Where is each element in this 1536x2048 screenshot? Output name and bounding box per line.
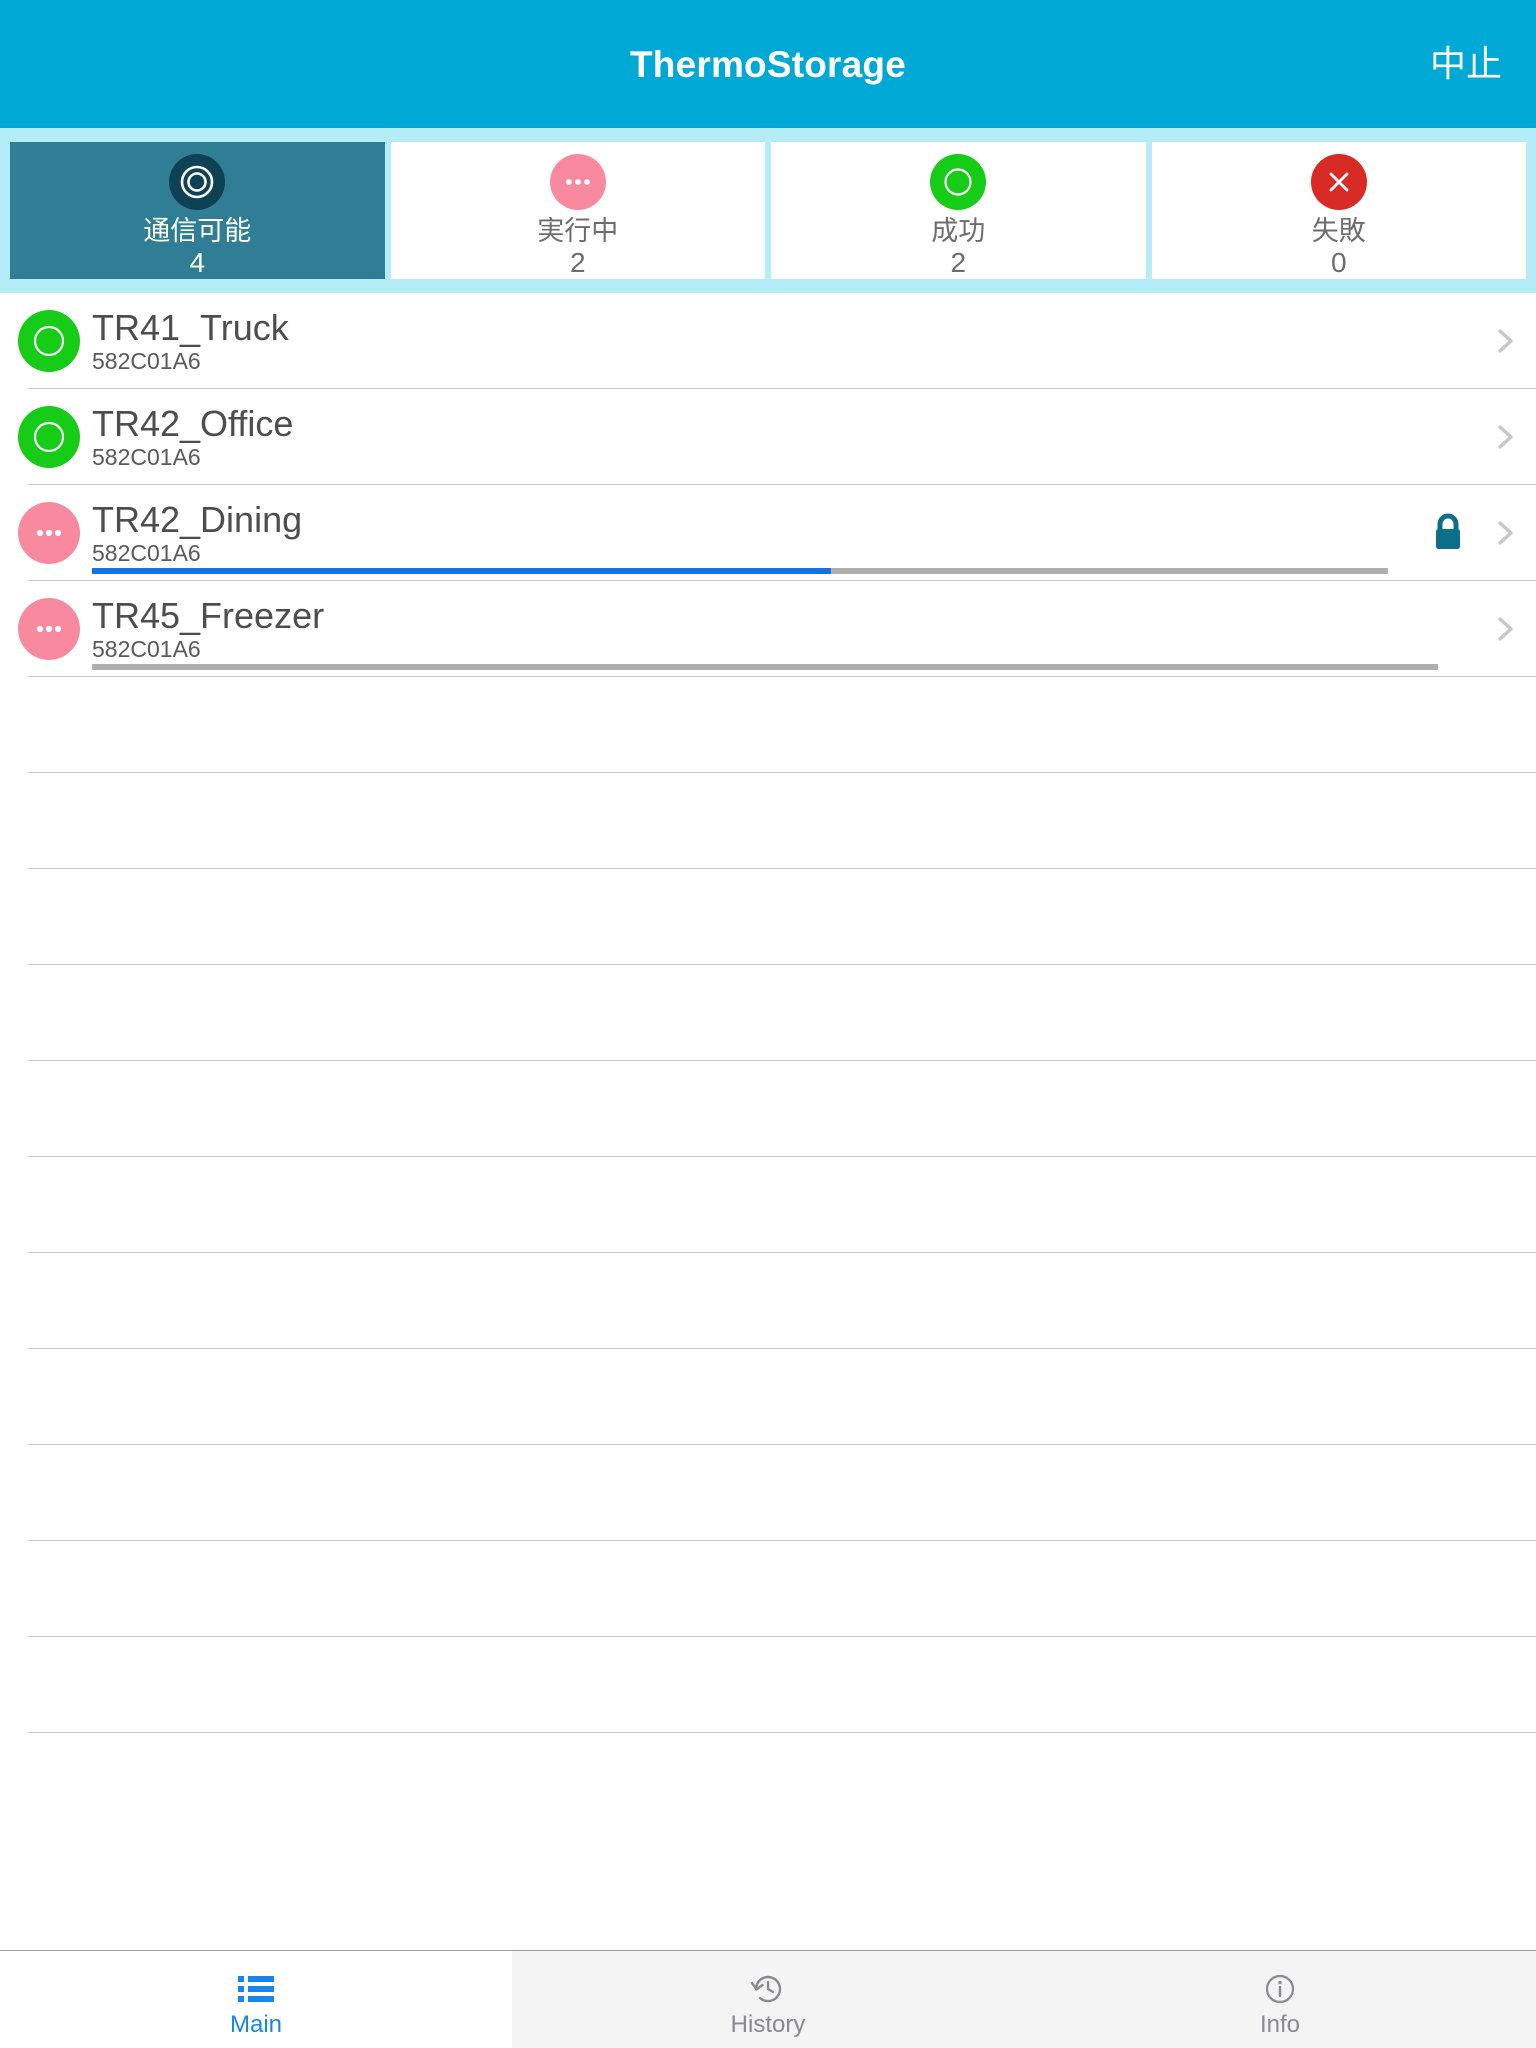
page-title: ThermoStorage: [629, 43, 907, 85]
row-content: TR41_Truck 582C01A6: [92, 293, 1476, 389]
device-id: 582C01A6: [92, 347, 201, 374]
cancel-button[interactable]: 中止: [1430, 46, 1502, 82]
status-tab-success[interactable]: 成功 2: [771, 142, 1146, 280]
device-id: 582C01A6: [92, 539, 201, 566]
failure-cross-icon: [1310, 154, 1367, 210]
success-circle-icon: [930, 154, 987, 210]
status-tab-label: 通信可能: [143, 216, 252, 246]
tab-label: Info: [1259, 2010, 1301, 2038]
status-tab-count: 2: [950, 247, 967, 279]
status-tab-communicable[interactable]: 通信可能 4: [10, 142, 385, 280]
tab-main[interactable]: Main: [0, 1951, 512, 2048]
table-row[interactable]: TR42_Dining 582C01A6: [0, 485, 1536, 582]
device-name: TR41_Truck: [92, 306, 289, 348]
success-circle-icon: [18, 406, 80, 469]
device-name: TR45_Freezer: [92, 594, 325, 636]
target-circle-icon: [169, 154, 226, 210]
empty-row: [0, 1349, 1536, 1446]
progress-bar: [92, 568, 1388, 575]
chevron-right-icon[interactable]: [1476, 485, 1536, 581]
chevron-right-icon[interactable]: [1476, 581, 1536, 677]
ellipsis-circle-icon: [549, 154, 606, 210]
list-icon: [237, 1969, 275, 2009]
bottom-tab-bar: Main History Info: [0, 1950, 1536, 2048]
empty-row: [0, 1157, 1536, 1254]
empty-row: [0, 1061, 1536, 1158]
status-tab-count: 0: [1330, 247, 1347, 279]
table-row[interactable]: TR42_Office 582C01A6: [0, 389, 1536, 486]
ellipsis-circle-icon: [18, 598, 80, 661]
empty-rows-container: [0, 677, 1536, 1734]
row-content: TR45_Freezer 582C01A6: [92, 581, 1476, 677]
status-tab-label: 成功: [931, 216, 986, 246]
status-tab-label: 実行中: [537, 216, 619, 246]
chevron-right-icon[interactable]: [1476, 389, 1536, 485]
row-content: TR42_Office 582C01A6: [92, 389, 1476, 485]
lock-icon: [1426, 485, 1470, 581]
status-filter-bar: 通信可能 4 実行中 2 成功 2 失敗 0: [0, 128, 1536, 294]
success-circle-icon: [18, 310, 80, 373]
empty-row: [0, 965, 1536, 1062]
chevron-right-icon[interactable]: [1476, 293, 1536, 389]
app-root: ThermoStorage 中止 通信可能 4 実行中 2 成功 2 失敗 0 …: [0, 0, 1536, 2048]
device-name: TR42_Office: [92, 402, 294, 444]
status-tab-label: 失敗: [1311, 216, 1366, 246]
ellipsis-circle-icon: [18, 502, 80, 565]
empty-row: [0, 1253, 1536, 1350]
table-row[interactable]: TR45_Freezer 582C01A6: [0, 581, 1536, 678]
status-tab-running[interactable]: 実行中 2: [390, 142, 765, 280]
status-tab-count: 2: [569, 247, 586, 279]
device-name: TR42_Dining: [92, 498, 303, 540]
empty-row: [0, 677, 1536, 774]
status-tab-failure[interactable]: 失敗 0: [1151, 142, 1526, 280]
navbar: ThermoStorage 中止: [0, 0, 1536, 128]
row-separator: [28, 1732, 1536, 1734]
empty-row: [0, 869, 1536, 966]
row-content: TR42_Dining 582C01A6: [92, 485, 1426, 581]
empty-row: [0, 1445, 1536, 1542]
device-id: 582C01A6: [92, 443, 201, 470]
clock-icon: [748, 1969, 788, 2009]
progress-bar: [92, 664, 1438, 671]
status-tab-count: 4: [189, 247, 206, 279]
tab-label: Main: [229, 2010, 283, 2038]
device-id: 582C01A6: [92, 635, 201, 662]
progress-bar-fill: [92, 568, 831, 575]
tab-info[interactable]: Info: [1024, 1951, 1536, 2048]
tab-label: History: [730, 2010, 806, 2038]
empty-row: [0, 1637, 1536, 1734]
table-row[interactable]: TR41_Truck 582C01A6: [0, 293, 1536, 390]
empty-row: [0, 1541, 1536, 1638]
info-icon: [1260, 1969, 1300, 2009]
device-list[interactable]: TR41_Truck 582C01A6 TR42_Office 582C01A6: [0, 293, 1536, 1950]
empty-row: [0, 773, 1536, 870]
tab-history[interactable]: History: [512, 1951, 1024, 2048]
